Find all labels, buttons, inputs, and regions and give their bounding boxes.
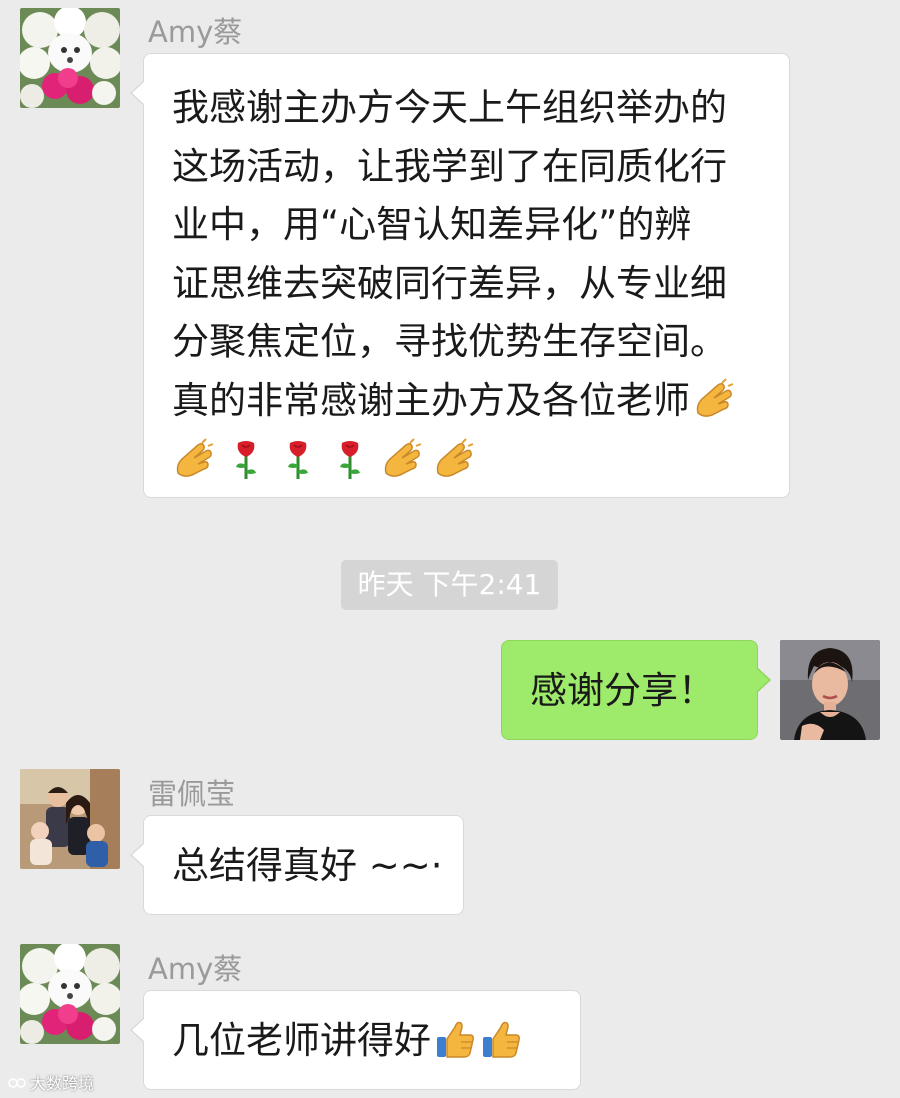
rose-emoji xyxy=(276,437,320,481)
message-text-line: 业中，用“心智认知差异化”的辨 xyxy=(172,203,692,246)
watermark-text: 大数跨境 xyxy=(30,1074,95,1093)
clap-hands-emoji xyxy=(692,377,736,421)
rose-emoji xyxy=(224,437,268,481)
clap-hands-emoji xyxy=(432,437,476,481)
family-photo-avatar[interactable] xyxy=(20,769,120,869)
woman-portrait-avatar[interactable] xyxy=(780,640,880,740)
message-text-line: 这场活动，让我学到了在同质化行 xyxy=(172,144,727,188)
thumbs-up-emoji xyxy=(433,1017,477,1061)
message-bubble[interactable]: 我感谢主办方今天上午组织举办的 这场活动，让我学到了在同质化行 业中，用“心智认… xyxy=(130,53,790,498)
message-text: 感谢分享！ xyxy=(530,669,715,712)
message-bubble-outgoing[interactable]: 感谢分享！ xyxy=(501,640,771,740)
rose-emoji xyxy=(328,437,372,481)
thumbs-up-emoji xyxy=(479,1017,523,1061)
message-text-line: 真的非常感谢主办方及各位老师 xyxy=(172,378,690,422)
flower-bouquet-avatar[interactable] xyxy=(20,8,120,108)
clap-hands-emoji xyxy=(172,437,216,481)
message-text: 总结得真好 ~~· xyxy=(172,844,443,887)
message-bubble[interactable]: 总结得真好 ~~· xyxy=(130,815,464,915)
watermark-logo-icon xyxy=(8,1075,26,1089)
timestamp-badge: 昨天 下午2:41 xyxy=(341,560,558,610)
clap-hands-emoji xyxy=(380,437,424,481)
message-bubble[interactable]: 几位老师讲得好 xyxy=(130,990,581,1090)
message-text-line: 证思维去突破同行差异，从专业细 xyxy=(172,261,727,305)
watermark: 大数跨境 xyxy=(8,1070,94,1094)
sender-name: 雷佩莹 xyxy=(148,777,236,811)
message-text-line: 我感谢主办方今天上午组织举办的 xyxy=(172,86,727,129)
message-text: 几位老师讲得好 xyxy=(172,1019,431,1062)
emoji-row xyxy=(172,430,765,488)
message-text-line: 分聚焦定位，寻找优势生存空间。 xyxy=(172,320,727,363)
flower-bouquet-avatar[interactable] xyxy=(20,944,120,1044)
sender-name: Amy蔡 xyxy=(148,952,243,986)
sender-name: Amy蔡 xyxy=(148,15,243,49)
